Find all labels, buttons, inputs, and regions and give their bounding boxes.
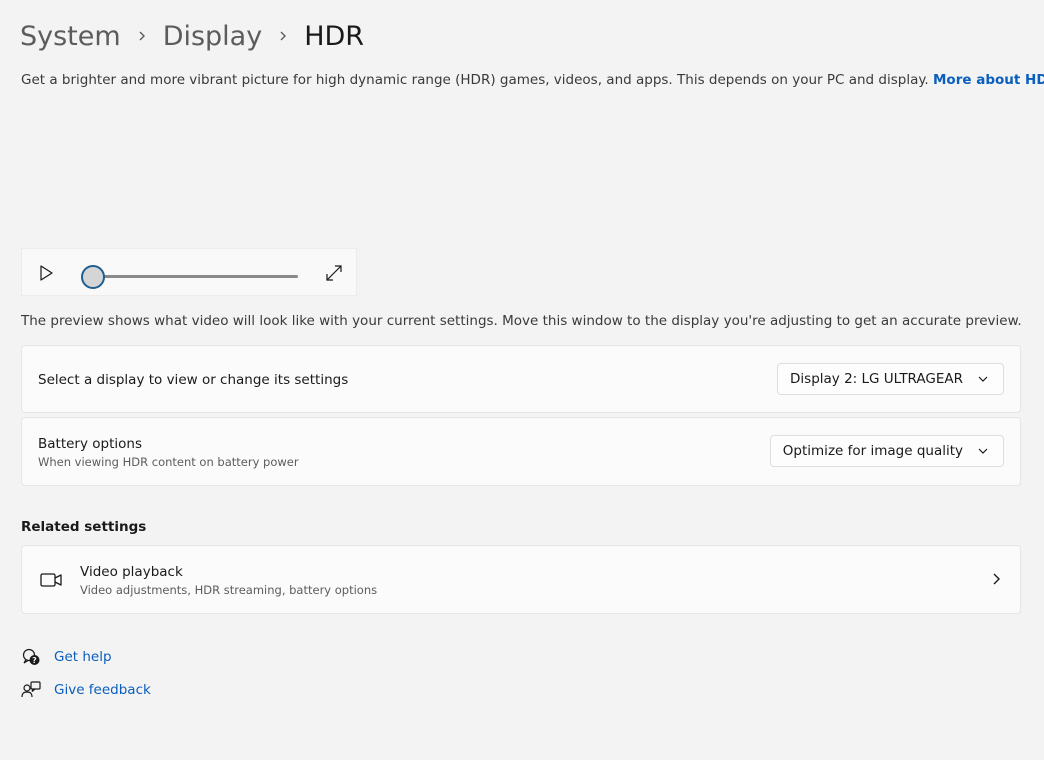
battery-options-dropdown[interactable]: Optimize for image quality bbox=[769, 435, 1004, 467]
battery-options-title: Battery options bbox=[38, 436, 142, 452]
video-playback-title: Video playback bbox=[80, 564, 183, 580]
get-help-label: Get help bbox=[54, 649, 112, 665]
chevron-right-icon bbox=[988, 571, 1004, 587]
play-icon[interactable] bbox=[36, 263, 56, 283]
battery-options-value: Optimize for image quality bbox=[782, 443, 963, 459]
video-playback-link-card[interactable]: Video playback Video adjustments, HDR st… bbox=[21, 545, 1021, 614]
hdr-description-text: Get a brighter and more vibrant picture … bbox=[21, 72, 929, 88]
give-feedback-link[interactable]: Give feedback bbox=[21, 679, 151, 701]
give-feedback-label: Give feedback bbox=[54, 682, 151, 698]
battery-options-card: Battery options When viewing HDR content… bbox=[21, 417, 1021, 486]
display-select-dropdown[interactable]: Display 2: LG ULTRAGEAR bbox=[777, 363, 1004, 395]
expand-icon[interactable] bbox=[324, 263, 344, 283]
chevron-down-icon bbox=[975, 371, 991, 387]
hdr-description: Get a brighter and more vibrant picture … bbox=[21, 72, 1044, 88]
breadcrumb: System Display HDR bbox=[20, 14, 364, 58]
battery-options-subtitle: When viewing HDR content on battery powe… bbox=[38, 455, 299, 469]
preview-note: The preview shows what video will look l… bbox=[21, 313, 1022, 329]
breadcrumb-display[interactable]: Display bbox=[163, 21, 263, 52]
chevron-right-icon bbox=[262, 14, 304, 58]
video-preview-player bbox=[21, 248, 357, 296]
chevron-down-icon bbox=[975, 443, 991, 459]
page-title: HDR bbox=[304, 20, 365, 52]
more-about-hdr-link[interactable]: More about HDR bbox=[933, 72, 1044, 88]
related-settings-heading: Related settings bbox=[21, 519, 147, 535]
display-select-card: Select a display to view or change its s… bbox=[21, 345, 1021, 413]
svg-text:?: ? bbox=[32, 656, 37, 665]
get-help-link[interactable]: ? Get help bbox=[21, 646, 112, 668]
chevron-right-icon bbox=[121, 14, 163, 58]
breadcrumb-system[interactable]: System bbox=[20, 21, 121, 52]
playback-progress-track[interactable] bbox=[94, 275, 298, 278]
display-select-label: Select a display to view or change its s… bbox=[38, 372, 349, 388]
video-playback-subtitle: Video adjustments, HDR streaming, batter… bbox=[80, 583, 378, 597]
help-chat-icon: ? bbox=[21, 647, 41, 667]
display-select-value: Display 2: LG ULTRAGEAR bbox=[790, 371, 963, 387]
video-camera-icon bbox=[39, 568, 63, 592]
playback-progress-thumb[interactable] bbox=[81, 265, 105, 289]
feedback-icon bbox=[21, 680, 41, 700]
